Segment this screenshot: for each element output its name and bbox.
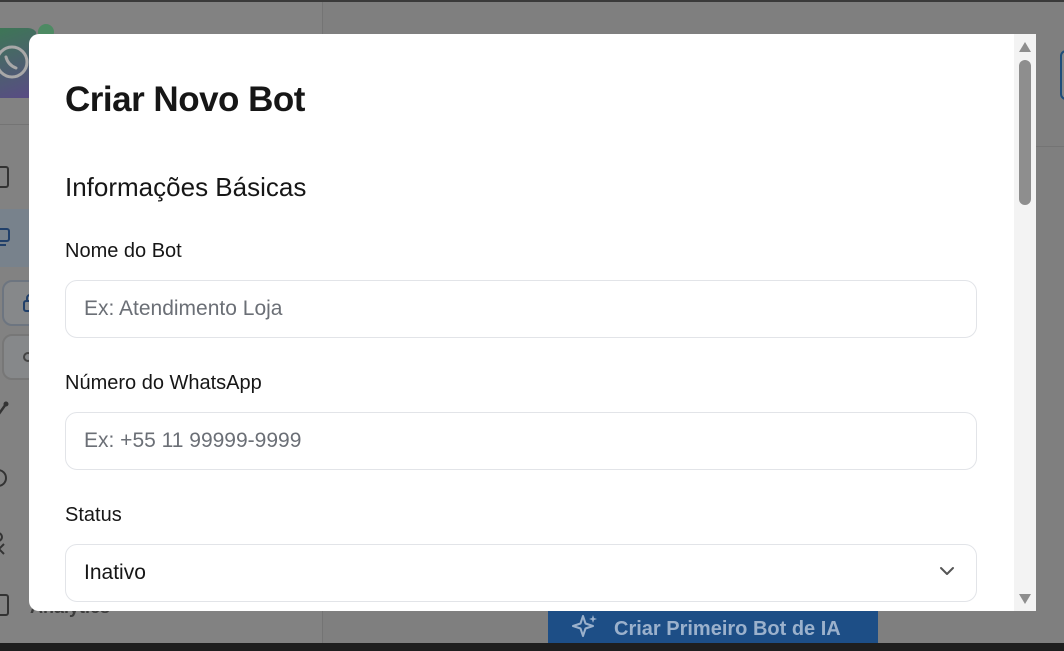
create-bot-modal: Criar Novo Bot Informações Básicas Nome … [29, 34, 1036, 611]
bot-icon [0, 227, 10, 254]
whatsapp-number-input[interactable] [65, 412, 977, 470]
scroll-down-arrow-icon[interactable] [1018, 592, 1032, 604]
analytics-icon[interactable] [0, 594, 10, 616]
status-selected-value: Inativo [84, 561, 146, 584]
status-select[interactable]: Inativo [65, 544, 977, 602]
modal-title: Criar Novo Bot [65, 80, 305, 119]
section-title-basic-info: Informações Básicas [65, 172, 307, 202]
create-first-ai-bot-button[interactable]: Criar Primeiro Bot de IA [548, 611, 878, 647]
modal-content: Criar Novo Bot Informações Básicas Nome … [29, 34, 1014, 611]
chevron-down-icon [936, 560, 958, 587]
status-label: Status [65, 504, 122, 526]
users-icon[interactable] [0, 532, 10, 555]
clock-icon[interactable] [0, 468, 10, 487]
header-action-button[interactable] [1060, 50, 1064, 100]
modal-scrollbar[interactable] [1014, 34, 1036, 611]
pen-icon[interactable] [0, 400, 10, 416]
whatsapp-number-label: Número do WhatsApp [65, 372, 262, 394]
bot-name-input[interactable] [65, 280, 977, 338]
sparkles-icon [572, 613, 598, 645]
bot-name-label: Nome do Bot [65, 240, 182, 262]
bottom-bar [0, 643, 1064, 651]
cta-label: Criar Primeiro Bot de IA [614, 617, 841, 640]
scroll-up-arrow-icon[interactable] [1018, 40, 1032, 52]
dashboard-icon[interactable] [0, 166, 10, 188]
scroll-thumb[interactable] [1019, 60, 1031, 205]
